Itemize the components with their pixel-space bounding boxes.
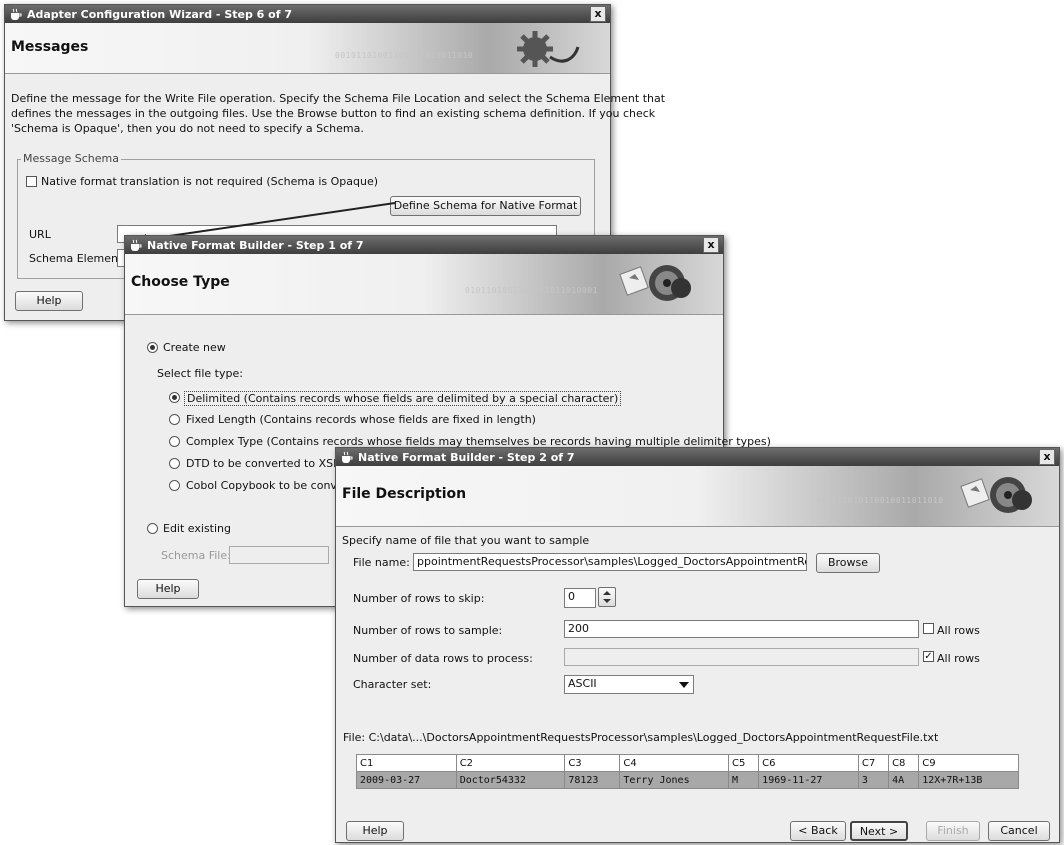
charset-label: Character set: xyxy=(353,678,432,691)
column-header[interactable]: C8 xyxy=(888,754,920,772)
column-header[interactable]: C7 xyxy=(857,754,890,772)
table-cell: Terry Jones xyxy=(619,771,729,789)
type-dtd-label: DTD to be converted to XSD xyxy=(186,457,342,470)
all-rows-sample-checkbox[interactable] xyxy=(923,623,934,634)
close-icon[interactable]: x xyxy=(1039,449,1055,465)
page-title: Choose Type xyxy=(131,274,230,290)
schema-file-label: Schema File: xyxy=(161,549,231,562)
type-fixed-radio[interactable] xyxy=(169,414,180,425)
type-cobol-label: Cobol Copybook to be convert xyxy=(186,479,353,492)
chevron-down-icon xyxy=(679,682,689,688)
coffee-cup-icon xyxy=(342,451,353,463)
column-header[interactable]: C4 xyxy=(619,754,729,772)
table-cell: 2009-03-27 xyxy=(356,771,457,789)
table-cell: 1969-11-27 xyxy=(758,771,859,789)
coffee-cup-icon xyxy=(131,239,142,251)
step2-title-bar[interactable]: Native Format Builder - Step 2 of 7 x xyxy=(336,448,1059,466)
table-cell: 12X+7R+13B xyxy=(918,771,1019,789)
step2-window: Native Format Builder - Step 2 of 7 x Fi… xyxy=(335,447,1060,843)
film-reel-icon xyxy=(960,477,1032,513)
create-new-label: Create new xyxy=(163,341,226,354)
help-button[interactable]: Help xyxy=(346,821,404,841)
edit-existing-label: Edit existing xyxy=(163,522,231,535)
browse-button[interactable]: Browse xyxy=(816,553,880,573)
rows-skip-input[interactable]: 0 xyxy=(564,588,596,608)
charset-value: ASCII xyxy=(568,677,597,690)
back-button[interactable]: < Back xyxy=(790,821,846,841)
next-button[interactable]: Next > xyxy=(850,821,908,841)
all-rows-process-checkbox[interactable]: ✓ xyxy=(923,651,934,662)
charset-select[interactable]: ASCII xyxy=(564,675,694,694)
rows-process-input[interactable] xyxy=(564,648,919,666)
file-name-label: File name: xyxy=(353,556,410,569)
step2-title: Native Format Builder - Step 2 of 7 xyxy=(358,450,575,464)
step1-title-bar[interactable]: Native Format Builder - Step 1 of 7 x xyxy=(125,236,723,254)
table-cell: Doctor54332 xyxy=(455,771,566,789)
help-button[interactable]: Help xyxy=(137,579,199,599)
close-icon[interactable]: x xyxy=(703,237,719,253)
step2-header-band: File Description 00101101011001001101101… xyxy=(336,466,1059,527)
file-name-input[interactable]: ppointmentRequestsProcessor\samples\Logg… xyxy=(413,553,807,571)
finish-button[interactable]: Finish xyxy=(926,821,980,841)
table-row[interactable]: 2009-03-27 Doctor54332 78123 Terry Jones… xyxy=(356,771,1019,789)
edit-existing-radio[interactable] xyxy=(147,523,158,534)
column-header[interactable]: C3 xyxy=(564,754,621,772)
rows-skip-stepper[interactable] xyxy=(598,587,616,607)
rows-process-label: Number of data rows to process: xyxy=(353,652,533,665)
type-delimited-label: Delimited (Contains records whose fields… xyxy=(184,391,622,406)
cancel-button[interactable]: Cancel xyxy=(988,821,1050,841)
rows-skip-label: Number of rows to skip: xyxy=(353,592,485,605)
all-rows-process-label: All rows xyxy=(937,652,980,665)
binary-pattern: 001011010110010011011010 xyxy=(816,496,944,505)
type-complex-radio[interactable] xyxy=(169,436,180,447)
table-cell: M xyxy=(727,771,760,789)
all-rows-sample-label: All rows xyxy=(937,624,980,637)
column-header[interactable]: C2 xyxy=(455,754,566,772)
column-header[interactable]: C1 xyxy=(356,754,457,772)
column-header[interactable]: C5 xyxy=(727,754,760,772)
sample-data-table: C1 C2 C3 C4 C5 C6 C7 C8 C9 2009-03-27 Do… xyxy=(356,754,1019,789)
table-cell: 3 xyxy=(857,771,890,789)
column-header[interactable]: C6 xyxy=(758,754,859,772)
type-fixed-label: Fixed Length (Contains records whose fie… xyxy=(186,413,536,426)
table-header-row: C1 C2 C3 C4 C5 C6 C7 C8 C9 xyxy=(356,754,1019,772)
binary-pattern: 0101101001101001011010001 xyxy=(465,286,598,295)
type-cobol-radio[interactable] xyxy=(169,480,180,491)
column-header[interactable]: C9 xyxy=(918,754,1019,772)
step1-header-band: Choose Type 0101101001101001011010001 xyxy=(125,254,723,315)
film-reel-icon xyxy=(619,265,691,301)
table-cell: 4A xyxy=(888,771,920,789)
rows-sample-input[interactable]: 200 xyxy=(564,620,919,638)
schema-file-input[interactable] xyxy=(229,546,329,564)
step1-title: Native Format Builder - Step 1 of 7 xyxy=(147,238,364,252)
file-intro-text: Specify name of file that you want to sa… xyxy=(342,534,590,547)
page-title: File Description xyxy=(342,486,467,502)
table-cell: 78123 xyxy=(564,771,621,789)
create-new-radio[interactable] xyxy=(147,342,158,353)
file-path-text: File: C:\data\...\DoctorsAppointmentRequ… xyxy=(343,731,939,744)
select-type-label: Select file type: xyxy=(157,367,243,380)
type-delimited-radio[interactable] xyxy=(169,392,180,403)
type-dtd-radio[interactable] xyxy=(169,458,180,469)
stepper-arrows-icon xyxy=(603,591,611,603)
rows-sample-label: Number of rows to sample: xyxy=(353,624,503,637)
